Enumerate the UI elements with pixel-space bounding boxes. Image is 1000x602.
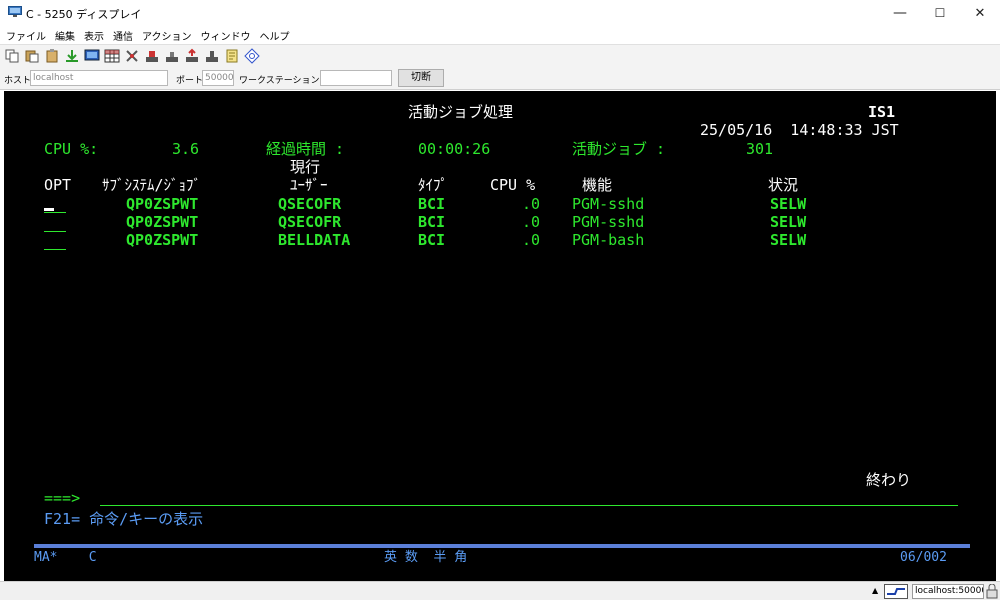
table-icon[interactable] — [104, 48, 120, 64]
header-opt: OPT — [44, 176, 72, 194]
command-prompt: ===> — [44, 489, 81, 507]
download-file-icon[interactable] — [204, 48, 220, 64]
terminal-app-icon — [8, 6, 22, 18]
row-job: QP0ZSPWT — [126, 231, 199, 249]
elapsed-label: 経過時間 : — [266, 140, 345, 158]
row-cpu: .0 — [522, 195, 541, 213]
scroll-up-icon[interactable]: ▲ — [872, 586, 878, 595]
row-cpu: .0 — [522, 231, 541, 249]
connection-bar: ホスト: localhost ポート: 50000 ワークステーション ID: … — [0, 66, 1000, 90]
row-status: SELW — [770, 195, 807, 213]
menu-bar: ファイル 編集 表示 通信 アクション ウィンドウ ヘルプ — [0, 26, 1000, 44]
clipboard-icon[interactable] — [44, 48, 60, 64]
copy-icon[interactable] — [4, 48, 20, 64]
row-job: QP0ZSPWT — [126, 195, 199, 213]
connection-status-icon — [884, 584, 908, 599]
notes-icon[interactable] — [224, 48, 240, 64]
oia-status-left: MA* C — [34, 550, 97, 565]
oia-input-mode: 英 数 半 角 — [384, 550, 468, 565]
menu-file[interactable]: ファイル — [6, 28, 46, 43]
row-type: BCI — [418, 195, 446, 213]
header-type: ﾀｲﾌﾟ — [418, 176, 449, 194]
row-user: QSECOFR — [278, 195, 342, 213]
row-status: SELW — [770, 213, 807, 231]
help-icon[interactable] — [244, 47, 260, 64]
status-host: localhost:50000 — [912, 584, 984, 599]
minimize-button[interactable]: — — [880, 0, 920, 26]
menu-help[interactable]: ヘルプ — [260, 28, 290, 43]
menu-communication[interactable]: 通信 — [113, 28, 133, 43]
row-function: PGM-sshd — [572, 213, 645, 231]
disconnect-button[interactable]: 切断 — [398, 69, 444, 87]
lock-icon — [986, 583, 998, 599]
macro-icon[interactable] — [124, 48, 140, 64]
title-bar: C - 5250 ディスプレイ — ☐ ✕ — [0, 0, 1000, 26]
command-line-input[interactable] — [100, 505, 958, 506]
paste-icon[interactable] — [24, 48, 40, 64]
active-jobs-label: 活動ジョブ : — [572, 140, 666, 158]
header-status: 状況 — [768, 176, 799, 194]
row-type: BCI — [418, 213, 446, 231]
screen-title: 活動ジョブ処理 — [408, 103, 514, 121]
function-key-hint: F21= 命令/キーの表示 — [44, 510, 204, 528]
cpu-value: 3.6 — [172, 140, 200, 158]
date-time: 25/05/16 14:48:33 JST — [700, 121, 899, 139]
close-button[interactable]: ✕ — [960, 0, 1000, 26]
row-function: PGM-bash — [572, 231, 645, 249]
active-jobs-value: 301 — [746, 140, 774, 158]
header-user: ﾕｰｻﾞｰ — [290, 176, 328, 194]
opt-input-1[interactable] — [44, 212, 66, 213]
header-current: 現行 — [290, 158, 321, 176]
header-function: 機能 — [582, 176, 613, 194]
system-name: IS1 — [868, 103, 896, 121]
row-user: BELLDATA — [278, 231, 351, 249]
menu-view[interactable]: 表示 — [84, 28, 104, 43]
oia-cursor-position: 06/002 — [900, 550, 947, 565]
elapsed-value: 00:00:26 — [418, 140, 491, 158]
host-field[interactable]: localhost — [30, 70, 168, 86]
row-user: QSECOFR — [278, 213, 342, 231]
receive-icon[interactable] — [164, 48, 180, 64]
send-icon[interactable] — [144, 48, 160, 64]
terminal-screen[interactable]: 活動ジョブ処理 IS1 25/05/16 14:48:33 JST CPU %:… — [4, 91, 996, 581]
window-title: C - 5250 ディスプレイ — [26, 8, 142, 21]
end-indicator: 終わり — [866, 471, 912, 489]
opt-input-2[interactable] — [44, 231, 66, 232]
row-status: SELW — [770, 231, 807, 249]
download-icon[interactable] — [64, 48, 80, 64]
workstation-id-field[interactable] — [320, 70, 392, 86]
opt-input-3[interactable] — [44, 249, 66, 250]
row-job: QP0ZSPWT — [126, 213, 199, 231]
header-cpu: CPU % — [490, 176, 536, 194]
upload-icon[interactable] — [184, 48, 200, 64]
toolbar — [0, 44, 1000, 66]
menu-actions[interactable]: アクション — [142, 28, 192, 43]
oia-separator — [34, 544, 970, 548]
maximize-button[interactable]: ☐ — [920, 0, 960, 26]
row-type: BCI — [418, 231, 446, 249]
port-field[interactable]: 50000 — [202, 70, 234, 86]
cursor — [44, 208, 54, 211]
screen-icon[interactable] — [84, 48, 100, 64]
cpu-label: CPU %: — [44, 140, 99, 158]
menu-edit[interactable]: 編集 — [55, 28, 75, 43]
status-bar: ▲ localhost:50000 — [0, 581, 1000, 600]
row-cpu: .0 — [522, 213, 541, 231]
header-subsystem-job: ｻﾌﾞｼｽﾃﾑ/ｼﾞｮﾌﾞ — [102, 176, 202, 194]
row-function: PGM-sshd — [572, 195, 645, 213]
menu-window[interactable]: ウィンドウ — [201, 28, 251, 43]
